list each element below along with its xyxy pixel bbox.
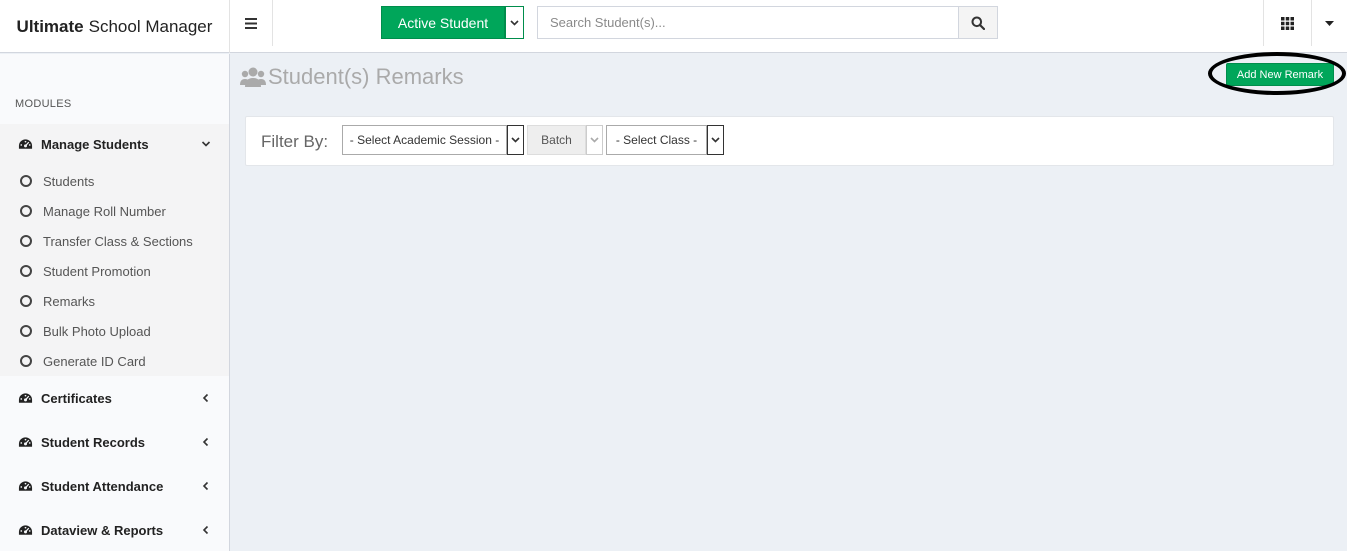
active-student-label: Active Student (397, 14, 489, 31)
academic-session-dropdown-toggle[interactable] (507, 125, 524, 155)
grid-icon (1281, 16, 1294, 30)
chevron-left-icon (202, 481, 209, 491)
circle-icon (20, 175, 32, 187)
sidebar-subitem-remarks[interactable]: Remarks (0, 286, 229, 316)
chevron-down-icon (511, 137, 520, 143)
sidebar-subitem-student-promotion[interactable]: Student Promotion (0, 256, 229, 286)
brand-bold: Ultimate (16, 16, 84, 36)
sidebar-section-label: MODULES (15, 98, 72, 110)
active-student-dropdown-toggle[interactable] (505, 6, 524, 39)
sidebar-subitem-manage-roll-number[interactable]: Manage Roll Number (0, 196, 229, 226)
batch-select[interactable]: Batch (527, 125, 586, 155)
circle-icon (20, 205, 32, 217)
subitem-label: Manage Roll Number (43, 203, 166, 219)
caret-down-icon (1325, 20, 1334, 26)
sidebar-item-student-records[interactable]: Student Records (0, 422, 229, 462)
subitem-label: Generate ID Card (43, 353, 146, 369)
page-title: Student(s) Remarks (240, 64, 464, 90)
sidebar-toggle-button[interactable] (230, 0, 273, 46)
brand-rest: School Manager (88, 16, 213, 36)
chevron-left-icon (202, 437, 209, 447)
brand-logo[interactable]: Ultimate School Manager (0, 0, 230, 53)
add-new-remark-button[interactable]: Add New Remark (1226, 63, 1334, 86)
users-icon (240, 67, 266, 87)
sidebar-item-label: Manage Students (41, 136, 149, 152)
sidebar-item-certificates[interactable]: Certificates (0, 378, 229, 418)
sidebar: MODULES Manage Students Students Manage … (0, 54, 230, 551)
sidebar-subitem-students[interactable]: Students (0, 166, 229, 196)
subitem-label: Student Promotion (43, 263, 151, 279)
batch-dropdown-toggle[interactable] (586, 125, 603, 155)
sidebar-item-label: Student Attendance (41, 478, 164, 494)
search-button[interactable] (958, 6, 998, 39)
dashboard-icon (18, 393, 33, 403)
filter-label: Filter By: (261, 132, 329, 151)
apps-menu-button[interactable] (1263, 0, 1311, 46)
sidebar-item-label: Certificates (41, 390, 112, 406)
dashboard-icon (18, 437, 33, 447)
academic-session-value: - Select Academic Session - (349, 133, 500, 147)
chevron-down-icon (711, 137, 720, 143)
chevron-left-icon (202, 525, 209, 535)
filter-panel: Filter By: - Select Academic Session - B… (245, 116, 1334, 166)
hamburger-icon (245, 17, 257, 29)
class-select[interactable]: - Select Class - (606, 125, 707, 155)
active-student-button[interactable]: Active Student (381, 6, 505, 39)
dashboard-icon (18, 139, 33, 149)
subitem-label: Students (43, 173, 95, 189)
sidebar-subitem-generate-id-card[interactable]: Generate ID Card (0, 346, 229, 376)
chevron-down-icon (201, 141, 211, 147)
chevron-down-icon (510, 19, 519, 26)
circle-icon (20, 355, 32, 367)
chevron-left-icon (202, 393, 209, 403)
circle-icon (20, 265, 32, 277)
class-value: - Select Class - (615, 133, 698, 147)
sidebar-item-label: Student Records (41, 434, 146, 450)
sidebar-item-dataview-reports[interactable]: Dataview & Reports (0, 510, 229, 550)
search-input[interactable] (537, 6, 959, 39)
search-icon (971, 16, 985, 30)
circle-icon (20, 325, 32, 337)
subitem-label: Bulk Photo Upload (43, 323, 151, 339)
subitem-label: Remarks (43, 293, 96, 309)
sidebar-item-student-attendance[interactable]: Student Attendance (0, 466, 229, 506)
user-menu-dropdown[interactable] (1311, 0, 1347, 46)
circle-icon (20, 295, 32, 307)
circle-icon (20, 235, 32, 247)
class-dropdown-toggle[interactable] (707, 125, 724, 155)
dashboard-icon (18, 525, 33, 535)
sidebar-item-label: Dataview & Reports (41, 522, 164, 538)
dashboard-icon (18, 481, 33, 491)
add-new-remark-label: Add New Remark (1236, 68, 1324, 81)
sidebar-subitem-transfer-class[interactable]: Transfer Class & Sections (0, 226, 229, 256)
batch-value: Batch (541, 133, 572, 147)
chevron-down-icon (590, 137, 599, 143)
academic-session-select[interactable]: - Select Academic Session - (342, 125, 507, 155)
sidebar-subitem-bulk-photo-upload[interactable]: Bulk Photo Upload (0, 316, 229, 346)
top-header: Ultimate School Manager Active Student (0, 0, 1347, 53)
page-title-text: Student(s) Remarks (268, 64, 464, 89)
subitem-label: Transfer Class & Sections (43, 233, 193, 249)
sidebar-item-manage-students[interactable]: Manage Students (0, 124, 229, 164)
